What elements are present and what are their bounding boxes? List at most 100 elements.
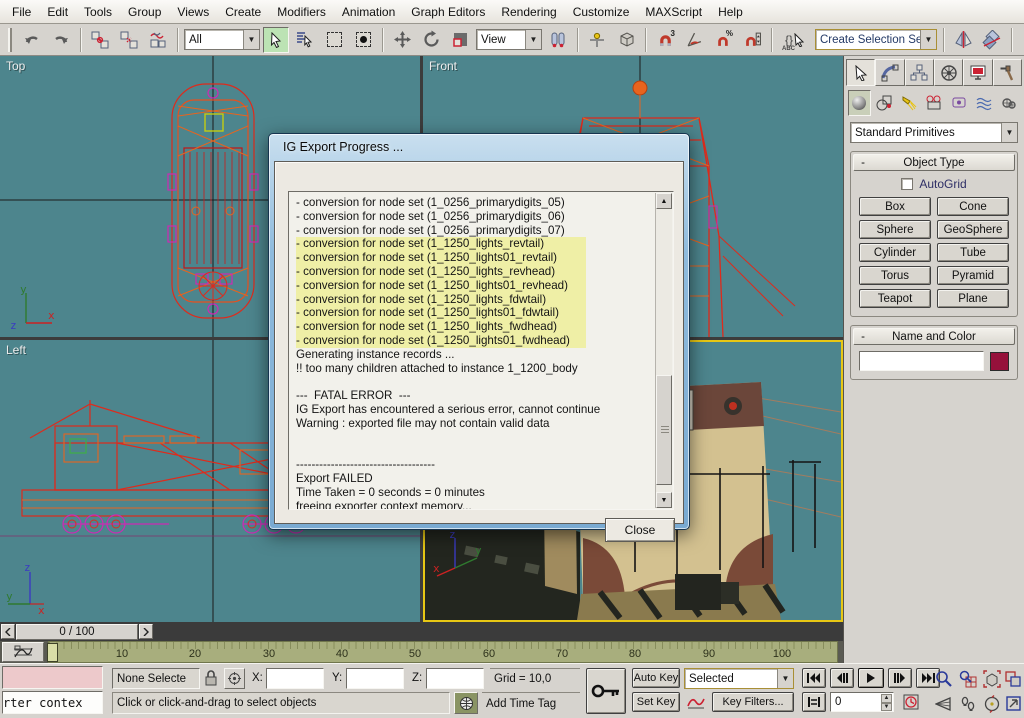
add-time-tag[interactable]: Add Time Tag (482, 692, 580, 714)
reference-coord-dropdown[interactable]: View ▼ (476, 29, 542, 50)
object-color-swatch[interactable] (990, 352, 1009, 371)
undo-icon[interactable] (19, 27, 45, 53)
redo-icon[interactable] (48, 27, 74, 53)
zoom-extents-icon[interactable] (980, 667, 1003, 690)
track-bar-ruler[interactable]: 10 20 30 40 50 60 70 80 90 100 (48, 641, 838, 663)
maxscript-mini-listener-macro[interactable] (2, 666, 103, 689)
dropdown-arrow-icon[interactable]: ▼ (525, 30, 541, 49)
rect-selection-region-icon[interactable] (321, 27, 347, 53)
current-frame-field[interactable]: 0 ▲▼ (830, 692, 894, 712)
menu-create[interactable]: Create (217, 2, 269, 22)
dropdown-arrow-icon[interactable]: ▼ (920, 30, 936, 49)
key-filters-button[interactable]: Key Filters... (712, 692, 794, 712)
selection-lock-icon[interactable] (204, 670, 218, 686)
unlink-selection-icon[interactable] (116, 27, 142, 53)
tab-utilities[interactable] (993, 59, 1022, 86)
tab-motion[interactable] (934, 59, 963, 86)
menu-group[interactable]: Group (120, 2, 169, 22)
menu-edit[interactable]: Edit (39, 2, 76, 22)
select-and-link-icon[interactable] (87, 27, 113, 53)
select-and-scale-icon[interactable] (447, 27, 473, 53)
menu-maxscript[interactable]: MAXScript (637, 2, 710, 22)
log-scrollbar[interactable]: ▲ ▼ (655, 193, 672, 508)
scroll-up-icon[interactable]: ▲ (656, 193, 672, 209)
select-and-move-icon[interactable] (389, 27, 415, 53)
menu-help[interactable]: Help (710, 2, 751, 22)
tab-create[interactable] (846, 59, 875, 86)
mini-curve-editor-button[interactable] (2, 642, 44, 662)
object-type-rollout-header[interactable]: - Object Type (853, 154, 1015, 171)
autogrid-checkbox[interactable] (901, 178, 913, 190)
set-key-button[interactable]: Set Key (632, 692, 680, 712)
globe-icon[interactable] (454, 692, 478, 714)
cone-button[interactable]: Cone (937, 197, 1009, 216)
menu-graph-editors[interactable]: Graph Editors (403, 2, 493, 22)
category-helpers-icon[interactable] (947, 90, 970, 116)
y-coord-field[interactable] (346, 668, 404, 689)
create-selection-set-combo[interactable]: Create Selection Set ▼ (815, 29, 937, 50)
object-name-input[interactable] (859, 351, 984, 371)
scroll-down-icon[interactable]: ▼ (656, 492, 672, 508)
pyramid-button[interactable]: Pyramid (937, 266, 1009, 285)
fov-icon[interactable] (932, 692, 955, 715)
menu-animation[interactable]: Animation (334, 2, 403, 22)
key-step-mode-button[interactable] (802, 692, 826, 712)
geosphere-button[interactable]: GeoSphere (937, 220, 1009, 239)
absolute-offset-toggle[interactable] (224, 668, 245, 689)
time-slider-button[interactable]: 0 / 100 (16, 624, 138, 640)
category-cameras-icon[interactable] (923, 90, 946, 116)
box-button[interactable]: Box (859, 197, 931, 216)
percent-snap-icon[interactable]: % (710, 27, 736, 53)
snap-toggle-icon[interactable]: 3 (652, 27, 678, 53)
viewport-front-label[interactable]: Front (429, 59, 457, 73)
play-button[interactable] (858, 668, 884, 688)
teapot-button[interactable]: Teapot (859, 289, 931, 308)
goto-start-button[interactable] (802, 668, 826, 688)
menu-file[interactable]: File (4, 2, 39, 22)
export-log-listbox[interactable]: - conversion for node set (1_0256_primar… (288, 191, 674, 510)
dialog-title-bar[interactable]: IG Export Progress ... (269, 134, 689, 160)
category-systems-icon[interactable] (997, 90, 1020, 116)
viewport-left-label[interactable]: Left (6, 343, 26, 357)
select-by-name-icon[interactable] (292, 27, 318, 53)
menu-rendering[interactable]: Rendering (493, 2, 564, 22)
tube-button[interactable]: Tube (937, 243, 1009, 262)
window-crossing-icon[interactable] (350, 27, 376, 53)
plane-button[interactable]: Plane (937, 289, 1009, 308)
scroll-thumb[interactable] (656, 375, 672, 485)
torus-button[interactable]: Torus (859, 266, 931, 285)
set-keys-button[interactable] (586, 668, 626, 714)
category-lights-icon[interactable] (898, 90, 921, 116)
use-pivot-center-icon[interactable] (545, 27, 571, 53)
maxscript-mini-listener[interactable]: rter contex (2, 691, 103, 714)
collapse-icon[interactable]: - (854, 331, 872, 343)
previous-frame-button[interactable] (830, 668, 854, 688)
spinner-snap-icon[interactable] (739, 27, 765, 53)
key-mode-dropdown[interactable]: Selected ▼ (684, 668, 794, 689)
select-and-rotate-icon[interactable] (418, 27, 444, 53)
align-icon[interactable] (979, 27, 1005, 53)
time-configuration-icon[interactable] (900, 692, 922, 712)
time-forward-arrow[interactable] (139, 624, 153, 639)
menu-customize[interactable]: Customize (565, 2, 638, 22)
dropdown-arrow-icon[interactable]: ▼ (243, 30, 259, 49)
menu-modifiers[interactable]: Modifiers (269, 2, 334, 22)
track-bar-frame-thumb[interactable] (47, 643, 58, 662)
zoom-extents-all-icon[interactable] (1002, 667, 1024, 690)
viewport-top-label[interactable]: Top (6, 59, 25, 73)
zoom-icon[interactable] (932, 667, 955, 690)
menu-tools[interactable]: Tools (76, 2, 120, 22)
name-color-rollout-header[interactable]: - Name and Color (853, 328, 1015, 345)
category-dropdown[interactable]: Standard Primitives ▼ (850, 122, 1018, 143)
collapse-icon[interactable]: - (854, 157, 872, 169)
arc-rotate-icon[interactable] (980, 692, 1003, 715)
category-shapes-icon[interactable] (873, 90, 896, 116)
select-and-manipulate-icon[interactable] (584, 27, 610, 53)
tab-hierarchy[interactable] (905, 59, 934, 86)
category-spacewarps-icon[interactable] (972, 90, 995, 116)
zoom-all-icon[interactable] (956, 667, 979, 690)
angle-snap-icon[interactable] (681, 27, 707, 53)
sphere-button[interactable]: Sphere (859, 220, 931, 239)
close-button[interactable]: Close (605, 518, 675, 542)
menu-views[interactable]: Views (169, 2, 217, 22)
